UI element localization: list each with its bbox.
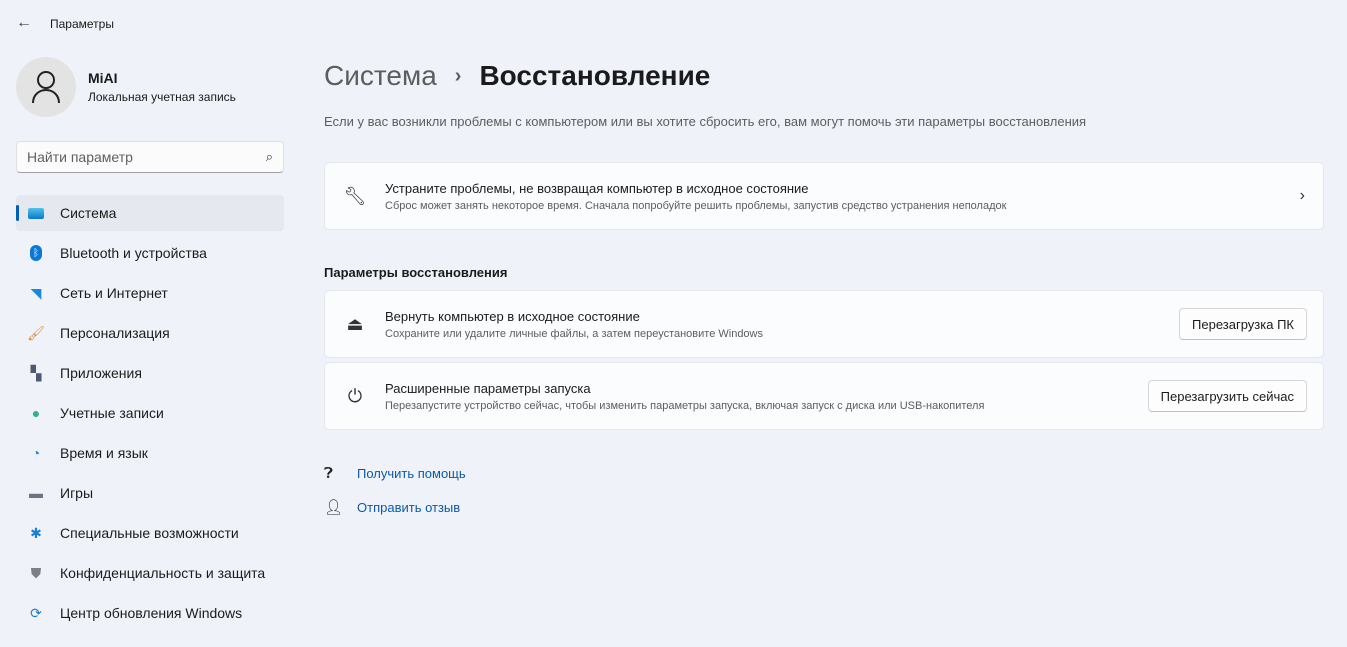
system-icon <box>28 205 44 221</box>
bluetooth-icon: ᛒ <box>28 245 44 261</box>
sidebar-nav: Система ᛒ Bluetooth и устройства ◥ Сеть и … <box>16 195 284 635</box>
user-name: MiAI <box>88 70 118 86</box>
search-input[interactable] <box>27 149 266 165</box>
advanced-startup-card: ⏻ Расширенные параметры запуска Перезапус… <box>324 362 1324 430</box>
reset-pc-icon: ⏏ <box>346 313 364 334</box>
search-icon[interactable]: ⌕ <box>266 149 273 165</box>
send-feedback-label: Отправить отзыв <box>357 499 461 515</box>
troubleshoot-card[interactable]: 🔧︎ Устраните проблемы, не возвращая комп… <box>324 162 1324 230</box>
advanced-subtitle: Перезапустите устройство сейчас, чтобы и… <box>385 399 985 412</box>
sidebar-item-privacy[interactable]: ⛊ Конфиденциальность и защита <box>16 555 284 591</box>
page-title: Восстановление <box>479 60 711 91</box>
reset-subtitle: Сохраните или удалите личные файлы, а за… <box>385 327 763 340</box>
sidebar-item-label: Сеть и Интернет <box>60 285 168 301</box>
sidebar-item-accessibility[interactable]: ✱ Специальные возможности <box>16 515 284 551</box>
search-box[interactable]: ⌕ <box>16 141 284 173</box>
sidebar-item-label: Время и язык <box>60 445 148 461</box>
get-help-label: Получить помощь <box>357 466 466 481</box>
sidebar-item-label: Персонализация <box>60 325 170 341</box>
back-arrow-icon[interactable]: ← <box>16 14 32 32</box>
sidebar-item-label: Система <box>60 205 117 221</box>
sidebar-item-label: Bluetooth и устройства <box>60 245 207 261</box>
sidebar-item-apps[interactable]: ▚ Приложения <box>16 355 284 391</box>
sidebar-item-label: Игры <box>60 485 94 501</box>
accounts-icon: ● <box>31 405 41 421</box>
troubleshoot-title: Устраните проблемы, не возвращая компьют… <box>385 180 809 196</box>
sidebar-item-network[interactable]: ◥ Сеть и Интернет <box>16 275 284 311</box>
send-feedback-link[interactable]: 👤︎ Отправить отзыв <box>324 498 460 516</box>
advanced-startup-icon: ⏻ <box>347 385 363 406</box>
help-icon: ❓︎ <box>324 465 334 482</box>
accessibility-icon: ✱ <box>30 524 42 541</box>
sidebar-item-accounts[interactable]: ● Учетные записи <box>16 395 284 431</box>
sidebar-item-label: Учетные записи <box>60 405 164 421</box>
sidebar-item-windows-update[interactable]: ⟳ Центр обновления Windows <box>16 595 284 631</box>
user-profile[interactable]: MiAI Локальная учетная запись <box>16 57 236 117</box>
avatar <box>16 57 76 117</box>
app-title: Параметры <box>50 17 114 31</box>
brush-icon: 🖌 <box>27 324 45 341</box>
chevron-right-icon: › <box>454 64 462 87</box>
reset-title: Вернуть компьютер в исходное состояние <box>385 308 640 324</box>
chevron-right-icon: › <box>1299 187 1305 204</box>
wifi-icon: ◥ <box>30 284 42 301</box>
restart-now-button[interactable]: Перезагрузить сейчас <box>1147 380 1307 412</box>
sidebar-item-bluetooth[interactable]: ᛒ Bluetooth и устройства <box>16 235 284 271</box>
get-help-link[interactable]: ❓︎ Получить помощь <box>324 465 466 482</box>
recovery-section-heading: Параметры восстановления <box>324 265 508 280</box>
reset-pc-card: ⏏ Вернуть компьютер в исходное состояние… <box>324 290 1324 358</box>
sidebar-item-label: Конфиденциальность и защита <box>60 565 266 581</box>
sidebar-item-label: Центр обновления Windows <box>60 605 243 621</box>
gamepad-icon: ▬ <box>29 485 43 501</box>
sidebar-item-label: Специальные возможности <box>60 525 239 541</box>
sidebar-item-time-language[interactable]: ◔ Время и язык <box>16 435 284 471</box>
troubleshoot-subtitle: Сброс может занять некоторое время. Снач… <box>385 199 1007 212</box>
sidebar-item-label: Приложения <box>60 365 142 381</box>
feedback-icon: 👤︎ <box>324 499 344 516</box>
sidebar-item-personalization[interactable]: 🖌 Персонализация <box>16 315 284 351</box>
page-description: Если у вас возникли проблемы с компьютер… <box>324 114 1087 129</box>
shield-icon: ⛊ <box>30 564 42 581</box>
breadcrumb-parent[interactable]: Система <box>324 60 437 92</box>
update-icon: ⟳ <box>30 604 42 621</box>
person-icon <box>32 71 60 104</box>
advanced-title: Расширенные параметры запуска <box>385 380 591 396</box>
sidebar-item-gaming[interactable]: ▬ Игры <box>16 475 284 511</box>
title-bar: ← Параметры <box>0 0 1347 48</box>
time-language-icon: ◔ <box>31 445 41 461</box>
sidebar-item-system[interactable]: Система <box>16 195 284 231</box>
breadcrumb: Система › Восстановление <box>324 60 710 92</box>
reset-pc-button[interactable]: Перезагрузка ПК <box>1179 308 1307 340</box>
wrench-icon: 🔧︎ <box>343 185 367 206</box>
account-type: Локальная учетная запись <box>88 90 236 104</box>
apps-icon: ▚ <box>30 364 42 381</box>
